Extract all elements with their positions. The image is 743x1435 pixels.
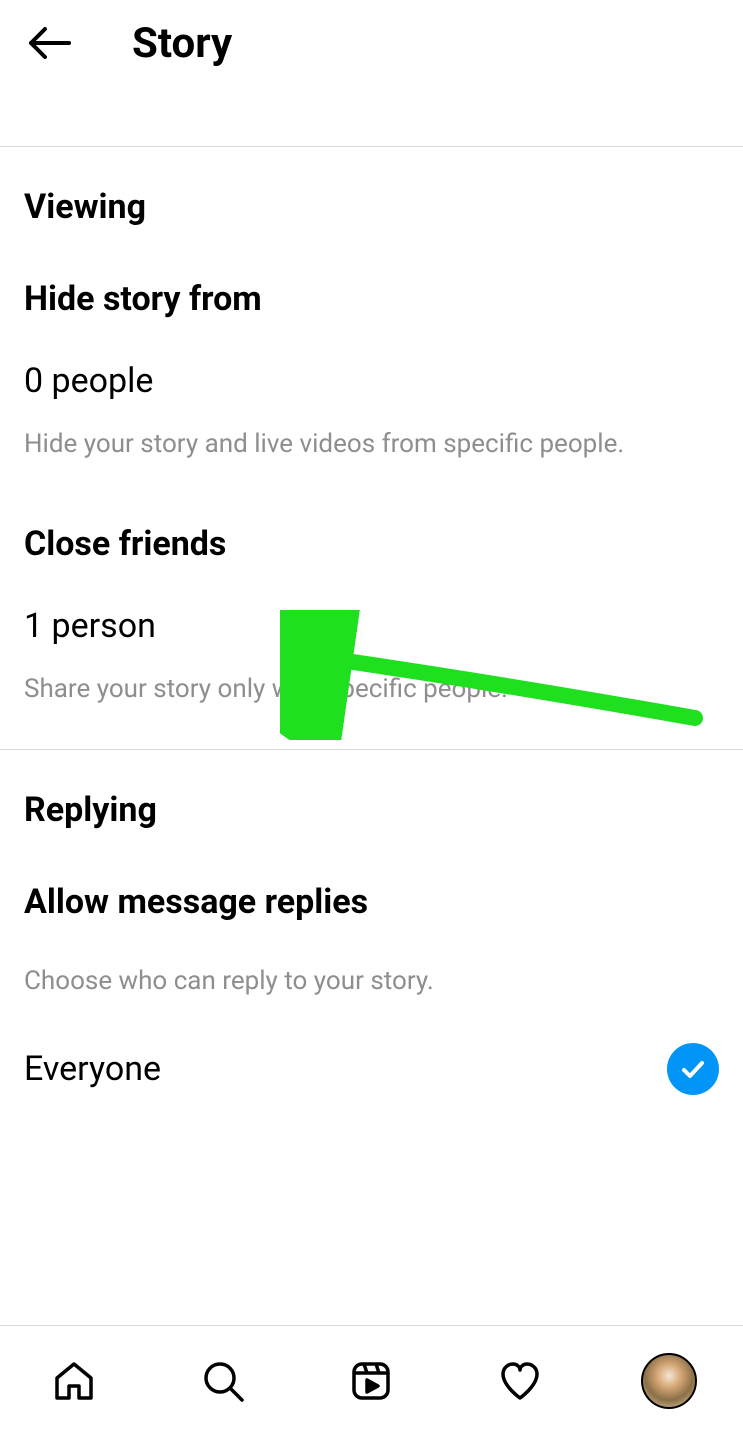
viewing-heading: Viewing <box>24 187 719 227</box>
hide-story-setting[interactable]: Hide story from 0 people Hide your story… <box>24 279 719 462</box>
nav-activity[interactable] <box>490 1351 550 1411</box>
hide-story-title: Hide story from <box>24 279 719 319</box>
reels-icon <box>348 1358 394 1404</box>
nav-reels[interactable] <box>341 1351 401 1411</box>
arrow-left-icon <box>25 19 73 67</box>
allow-replies-desc: Choose who can reply to your story. <box>24 964 719 999</box>
heart-icon <box>497 1358 543 1404</box>
bottom-nav <box>0 1325 743 1435</box>
hide-story-desc: Hide your story and live videos from spe… <box>24 427 719 462</box>
back-button[interactable] <box>24 18 74 68</box>
replying-heading: Replying <box>24 790 719 830</box>
page-title: Story <box>132 19 232 68</box>
allow-replies-title: Allow message replies <box>24 882 719 922</box>
nav-search[interactable] <box>193 1351 253 1411</box>
close-friends-title: Close friends <box>24 524 719 564</box>
close-friends-desc: Share your story only with specific peop… <box>24 672 719 707</box>
reply-option-everyone[interactable]: Everyone <box>24 1031 719 1107</box>
nav-home[interactable] <box>44 1351 104 1411</box>
close-friends-setting[interactable]: Close friends 1 person Share your story … <box>24 524 719 707</box>
hide-story-value: 0 people <box>24 361 719 401</box>
search-icon <box>200 1358 246 1404</box>
nav-profile[interactable] <box>639 1351 699 1411</box>
replying-section: Replying Allow message replies Choose wh… <box>0 750 743 1107</box>
allow-replies-setting: Allow message replies Choose who can rep… <box>24 882 719 999</box>
profile-avatar <box>641 1353 697 1409</box>
viewing-section: Viewing Hide story from 0 people Hide yo… <box>0 147 743 707</box>
reply-option-label: Everyone <box>24 1049 161 1089</box>
close-friends-value: 1 person <box>24 606 719 646</box>
check-circle-icon <box>667 1043 719 1095</box>
home-icon <box>51 1358 97 1404</box>
header: Story <box>0 0 743 86</box>
